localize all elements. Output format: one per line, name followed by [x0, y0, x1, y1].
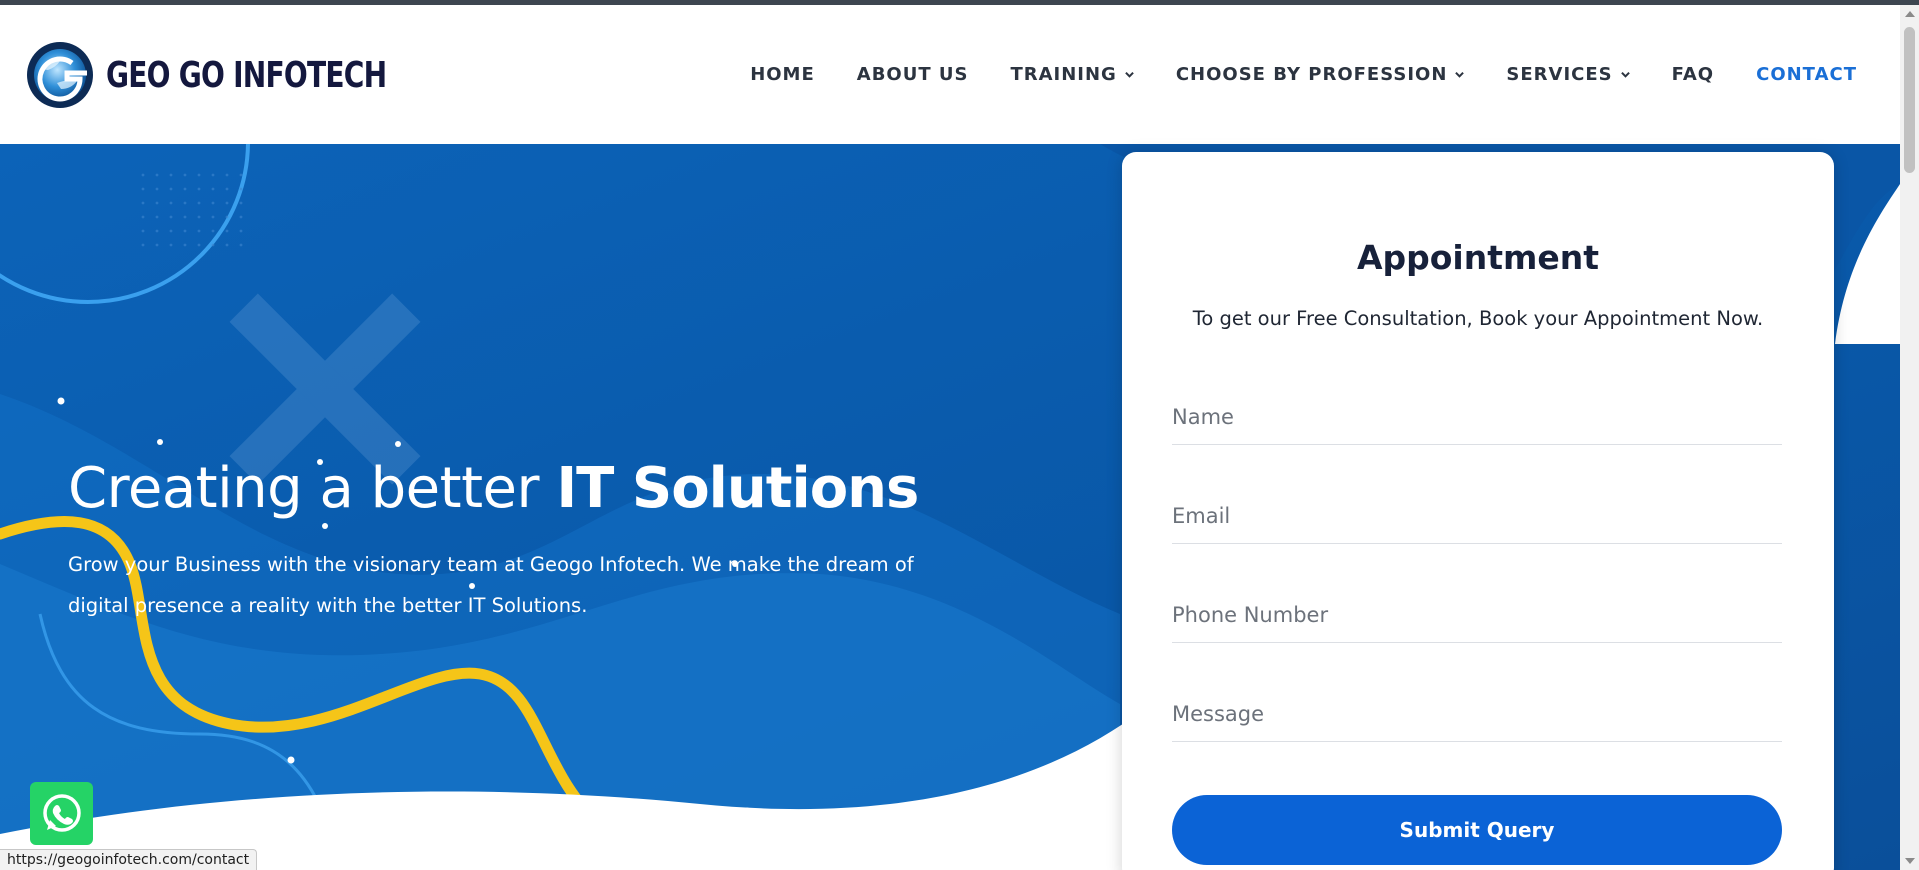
globe-logo-icon — [27, 42, 93, 108]
nav-item-home[interactable]: HOME — [750, 64, 815, 85]
phone-number-input[interactable] — [1172, 587, 1782, 643]
nav-label: TRAINING — [1010, 64, 1117, 85]
page-scrollbar[interactable] — [1900, 5, 1919, 870]
nav-label: HOME — [750, 64, 815, 85]
nav-item-about-us[interactable]: ABOUT US — [857, 64, 969, 85]
main-nav: HOME ABOUT US TRAINING CHOOSE BY PROFESS… — [708, 64, 1857, 85]
nav-item-contact[interactable]: CONTACT — [1756, 64, 1857, 85]
scroll-up-arrow-icon[interactable] — [1905, 11, 1915, 17]
site-logo[interactable]: GEO GO INFOTECH — [27, 39, 465, 111]
nav-label: CHOOSE BY PROFESSION — [1175, 64, 1448, 85]
site-header: GEO GO INFOTECH HOME ABOUT US TRAINING C… — [0, 5, 1900, 144]
chevron-down-icon — [1620, 71, 1630, 78]
nav-label: SERVICES — [1506, 64, 1613, 85]
nav-item-services[interactable]: SERVICES — [1506, 64, 1630, 85]
submit-query-button[interactable]: Submit Query — [1172, 795, 1782, 865]
nav-item-choose-by-profession[interactable]: CHOOSE BY PROFESSION — [1176, 64, 1465, 85]
hero-subtitle: Grow your Business with the visionary te… — [68, 553, 914, 617]
appointment-card: Appointment To get our Free Consultation… — [1122, 152, 1834, 870]
email-input[interactable] — [1172, 488, 1782, 544]
name-input[interactable] — [1172, 389, 1782, 445]
whatsapp-icon — [42, 793, 81, 832]
nav-label: ABOUT US — [856, 64, 969, 85]
nav-label: FAQ — [1671, 64, 1715, 85]
chevron-down-icon — [1455, 71, 1465, 78]
message-input[interactable] — [1172, 686, 1782, 742]
nav-item-training[interactable]: TRAINING — [1010, 64, 1134, 85]
chevron-down-icon — [1125, 71, 1134, 78]
brand-name: GEO GO INFOTECH — [106, 54, 387, 96]
scrollbar-thumb[interactable] — [1904, 27, 1915, 173]
hero-title-bold: IT Solutions — [556, 456, 919, 521]
hero-title-light: Creating a better — [68, 456, 557, 521]
appointment-subtitle: To get our Free Consultation, Book your … — [1192, 307, 1764, 330]
scroll-down-arrow-icon[interactable] — [1905, 858, 1915, 864]
appointment-title: Appointment — [1356, 238, 1600, 277]
hero-title: Creating a better IT Solutions — [68, 456, 919, 521]
whatsapp-button[interactable] — [30, 782, 93, 845]
nav-item-faq[interactable]: FAQ — [1672, 64, 1714, 85]
browser-status-url: https://geogoinfotech.com/contact — [0, 849, 258, 870]
nav-label: CONTACT — [1756, 64, 1857, 85]
